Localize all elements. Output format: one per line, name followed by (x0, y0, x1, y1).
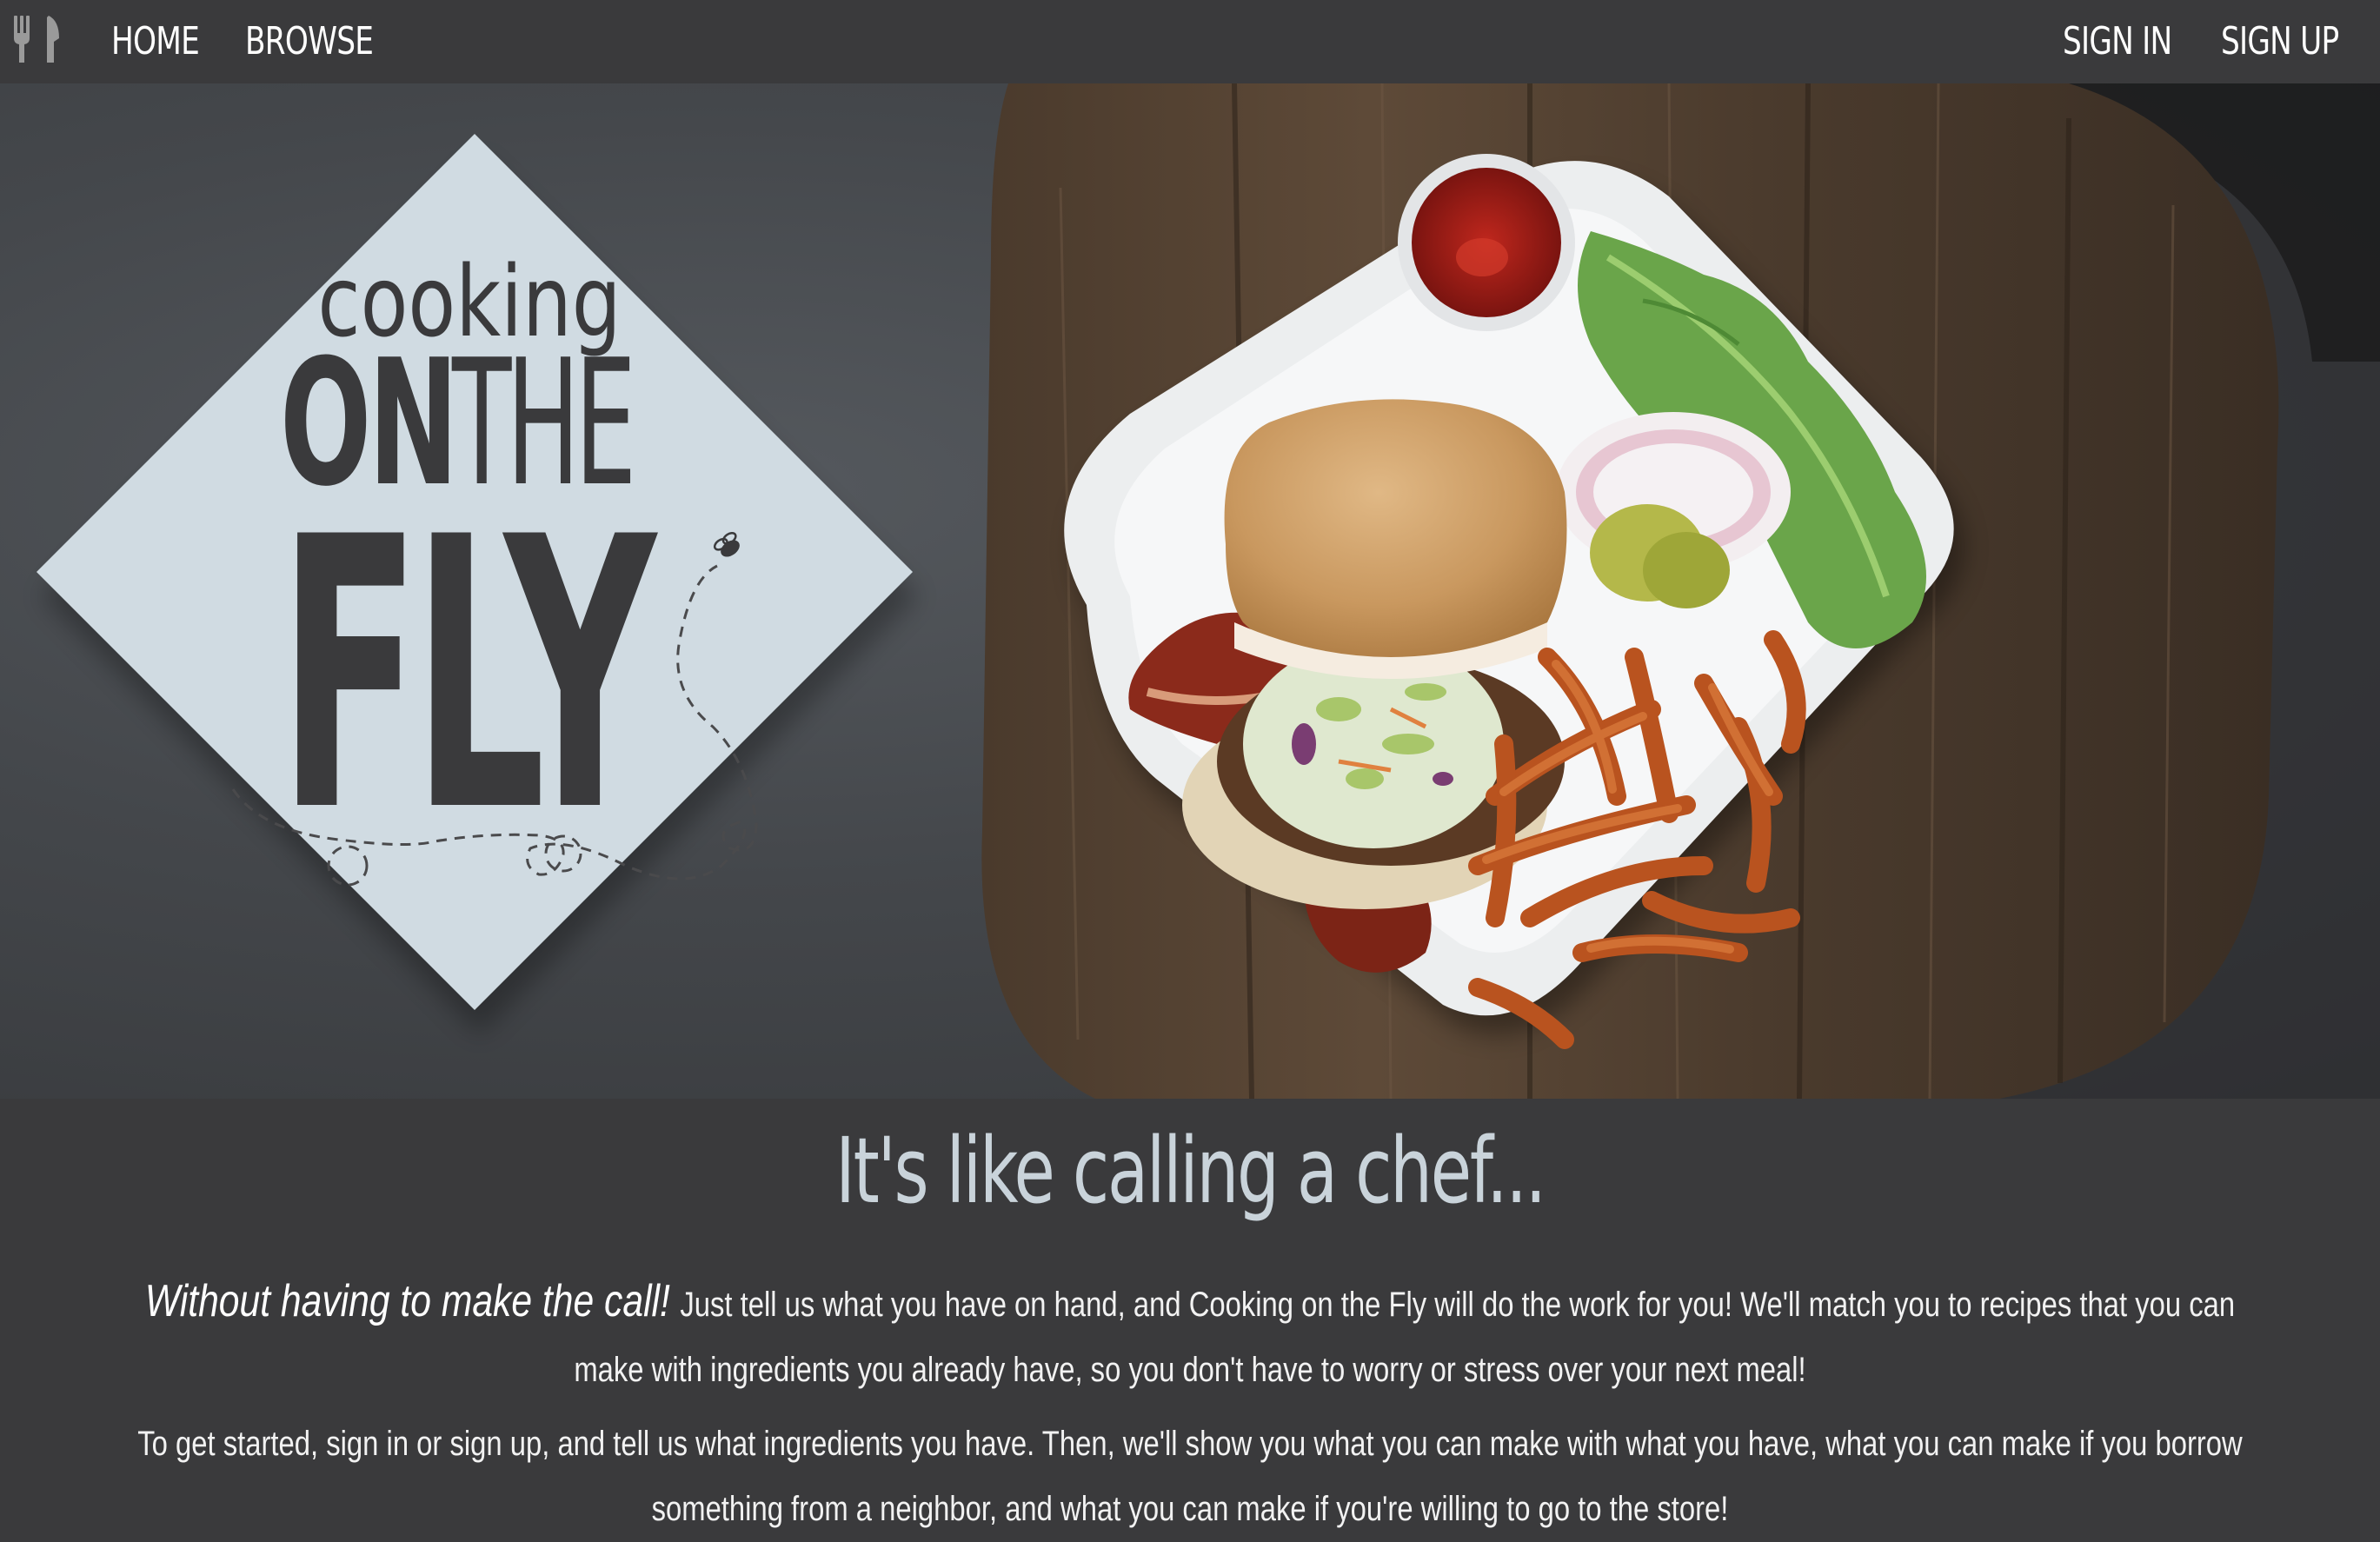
logo[interactable]: cooking ON THE FLY (278, 245, 667, 894)
hero-image: cooking ON THE FLY (37, 83, 2380, 1099)
nav-sign-in-link[interactable]: SIGN IN (2063, 9, 2172, 75)
navbar: HOME BROWSE SIGN IN SIGN UP (0, 0, 2380, 83)
nav-sign-up-link[interactable]: SIGN UP (2221, 9, 2339, 75)
fork-knife-icon[interactable] (10, 12, 63, 64)
hero-banner: cooking ON THE FLY (0, 83, 2380, 1099)
logo-line3: FLY (278, 460, 658, 894)
tagline-heading: It's like calling a chef... (835, 1118, 1546, 1224)
nav-browse-link[interactable]: BROWSE (245, 9, 374, 75)
getting-started-text: To get started, sign in or sign up, and … (137, 1425, 2243, 1528)
nav-home-link[interactable]: HOME (111, 9, 200, 75)
intro-text: Just tell us what you have on hand, and … (574, 1286, 2236, 1389)
getting-started-paragraph: To get started, sign in or sign up, and … (130, 1412, 2250, 1542)
intro-paragraph: Without having to make the call! Just tel… (130, 1269, 2250, 1403)
intro-lead: Without having to make the call! (144, 1276, 670, 1326)
intro-section: It's like calling a chef... Without havi… (0, 1099, 2380, 1528)
